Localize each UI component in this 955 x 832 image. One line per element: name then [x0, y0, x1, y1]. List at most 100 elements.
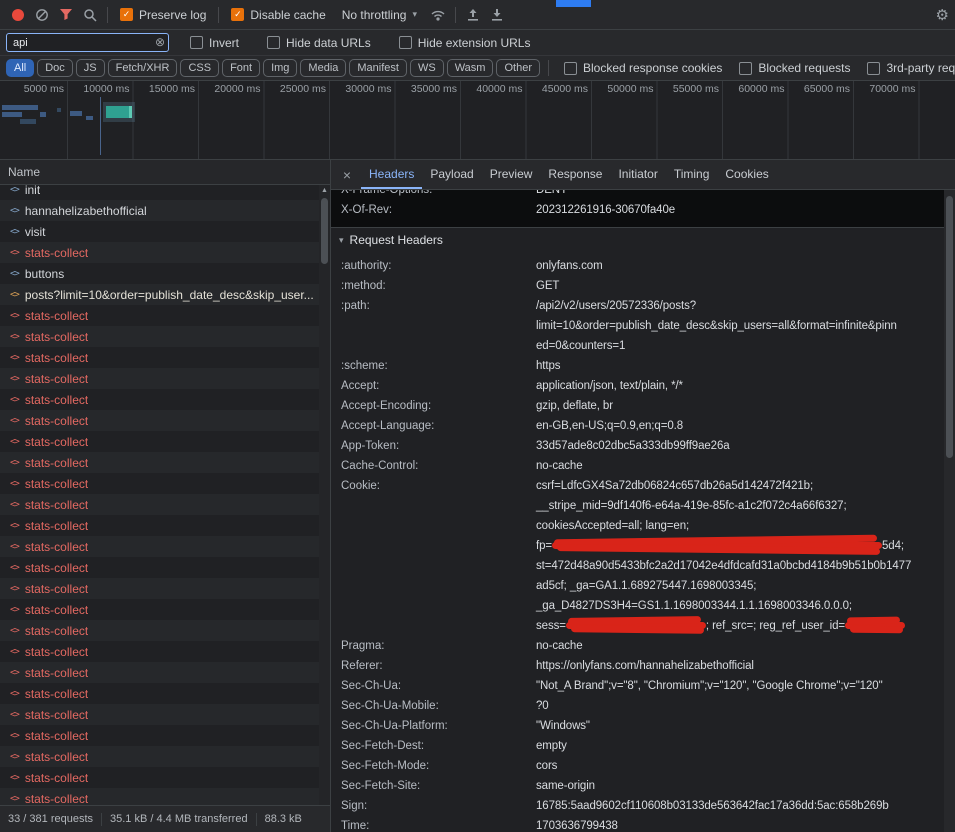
hide-data-urls-checkbox[interactable]: Hide data URLs — [267, 36, 371, 50]
header-row: Sign: 16785:5aad9602cf110608b03133de5636… — [331, 796, 944, 816]
waterfall-bar — [86, 116, 93, 120]
type-filter-chip[interactable]: Img — [263, 59, 297, 77]
request-row[interactable]: <> stats-collect — [0, 536, 319, 557]
type-filter-chip[interactable]: JS — [76, 59, 105, 77]
details-scrollbar[interactable] — [944, 190, 955, 832]
close-icon[interactable]: × — [335, 167, 359, 183]
request-row[interactable]: <> stats-collect — [0, 578, 319, 599]
request-row[interactable]: <> stats-collect — [0, 494, 319, 515]
request-row[interactable]: <> stats-collect — [0, 704, 319, 725]
checkbox-unchecked-icon[interactable] — [867, 62, 880, 75]
request-row[interactable]: <> stats-collect — [0, 767, 319, 788]
request-row[interactable]: <> init — [0, 185, 319, 200]
request-list-scrollbar[interactable]: ▲ — [319, 185, 330, 805]
file-code-icon: <> — [10, 605, 19, 615]
header-value: GET — [536, 276, 944, 296]
scroll-up-icon[interactable]: ▲ — [321, 185, 328, 196]
request-row[interactable]: <> stats-collect — [0, 725, 319, 746]
request-row[interactable]: <> stats-collect — [0, 662, 319, 683]
file-code-icon: <> — [10, 416, 19, 426]
scrollbar-thumb[interactable] — [946, 196, 953, 458]
type-filter-chip[interactable]: Doc — [37, 59, 73, 77]
checkbox-unchecked-icon[interactable] — [399, 36, 412, 49]
request-row[interactable]: <> visit — [0, 221, 319, 242]
request-name: stats-collect — [25, 729, 88, 743]
request-headers-section-header[interactable]: ▾ Request Headers — [331, 228, 944, 252]
type-filter-chip[interactable]: All — [6, 59, 34, 77]
request-row[interactable]: <> posts?limit=10&order=publish_date_des… — [0, 284, 319, 305]
request-row[interactable]: <> stats-collect — [0, 746, 319, 767]
timeline-overview[interactable]: 5000 ms10000 ms15000 ms20000 ms25000 ms3… — [0, 81, 955, 160]
network-conditions-button[interactable] — [426, 3, 450, 27]
header-value: csrf=LdfcGX4Sa72db06824c657db26a5d142472… — [536, 476, 944, 636]
request-name: stats-collect — [25, 792, 88, 806]
waterfall-bar — [2, 105, 38, 110]
request-row[interactable]: <> stats-collect — [0, 305, 319, 326]
checkbox-unchecked-icon[interactable] — [190, 36, 203, 49]
filter-button[interactable] — [54, 3, 78, 27]
details-tab[interactable]: Timing — [666, 160, 718, 189]
request-row[interactable]: <> stats-collect — [0, 452, 319, 473]
throttling-dropdown[interactable]: No throttling ▾ — [342, 8, 417, 22]
request-row[interactable]: <> hannahelizabethofficial — [0, 200, 319, 221]
search-icon — [83, 8, 97, 22]
request-row[interactable]: <> stats-collect — [0, 347, 319, 368]
details-tab[interactable]: Cookies — [717, 160, 776, 189]
scrollbar-thumb[interactable] — [321, 198, 328, 264]
request-row[interactable]: <> stats-collect — [0, 599, 319, 620]
type-filter-chip[interactable]: Fetch/XHR — [108, 59, 178, 77]
type-filter-chip[interactable]: WS — [410, 59, 444, 77]
search-button[interactable] — [78, 3, 102, 27]
type-filter-chip[interactable]: CSS — [180, 59, 219, 77]
request-row[interactable]: <> stats-collect — [0, 788, 319, 805]
details-tab[interactable]: Response — [540, 160, 610, 189]
request-row[interactable]: <> stats-collect — [0, 431, 319, 452]
third-party-requests-checkbox[interactable]: 3rd-party requests — [867, 61, 955, 75]
export-har-button[interactable] — [485, 3, 509, 27]
type-filter-chip[interactable]: Font — [222, 59, 260, 77]
header-row: X-Frame-Options: DENY — [331, 190, 944, 200]
request-row[interactable]: <> stats-collect — [0, 326, 319, 347]
request-row[interactable]: <> stats-collect — [0, 641, 319, 662]
checkbox-unchecked-icon[interactable] — [267, 36, 280, 49]
request-row[interactable]: <> buttons — [0, 263, 319, 284]
name-column-header[interactable]: Name — [0, 160, 330, 185]
invert-checkbox[interactable]: Invert — [190, 36, 239, 50]
upload-icon — [466, 8, 480, 22]
type-filter-chip[interactable]: Media — [300, 59, 346, 77]
clear-button[interactable] — [30, 3, 54, 27]
details-tab[interactable]: Payload — [422, 160, 481, 189]
checkbox-unchecked-icon[interactable] — [564, 62, 577, 75]
request-row[interactable]: <> stats-collect — [0, 557, 319, 578]
details-tab[interactable]: Headers — [361, 160, 422, 189]
request-row[interactable]: <> stats-collect — [0, 620, 319, 641]
request-row[interactable]: <> stats-collect — [0, 368, 319, 389]
clear-filter-icon[interactable]: ⊗ — [155, 35, 165, 49]
third-party-requests-label: 3rd-party requests — [886, 61, 955, 75]
details-tab[interactable]: Preview — [482, 160, 541, 189]
checkbox-checked-icon[interactable]: ✓ — [120, 8, 133, 21]
details-tab[interactable]: Initiator — [610, 160, 665, 189]
type-filter-chip[interactable]: Manifest — [349, 59, 407, 77]
checkbox-checked-icon[interactable]: ✓ — [231, 8, 244, 21]
blocked-response-cookies-checkbox[interactable]: Blocked response cookies — [564, 61, 722, 75]
hide-extension-urls-checkbox[interactable]: Hide extension URLs — [399, 36, 531, 50]
gear-icon[interactable]: ⚙ — [936, 6, 949, 24]
request-row[interactable]: <> stats-collect — [0, 242, 319, 263]
preserve-log-checkbox[interactable]: ✓ Preserve log — [120, 8, 206, 22]
import-har-button[interactable] — [461, 3, 485, 27]
request-row[interactable]: <> stats-collect — [0, 473, 319, 494]
type-filter-chip[interactable]: Wasm — [447, 59, 494, 77]
blocked-requests-checkbox[interactable]: Blocked requests — [739, 61, 850, 75]
request-row[interactable]: <> stats-collect — [0, 683, 319, 704]
type-filter-chip[interactable]: Other — [496, 59, 540, 77]
request-row[interactable]: <> stats-collect — [0, 389, 319, 410]
record-button[interactable] — [6, 3, 30, 27]
network-filter-input[interactable] — [6, 33, 169, 52]
checkbox-unchecked-icon[interactable] — [739, 62, 752, 75]
request-row[interactable]: <> stats-collect — [0, 410, 319, 431]
request-row[interactable]: <> stats-collect — [0, 515, 319, 536]
request-name: stats-collect — [25, 393, 88, 407]
disable-cache-checkbox[interactable]: ✓ Disable cache — [231, 8, 325, 22]
file-code-icon: <> — [10, 395, 19, 405]
